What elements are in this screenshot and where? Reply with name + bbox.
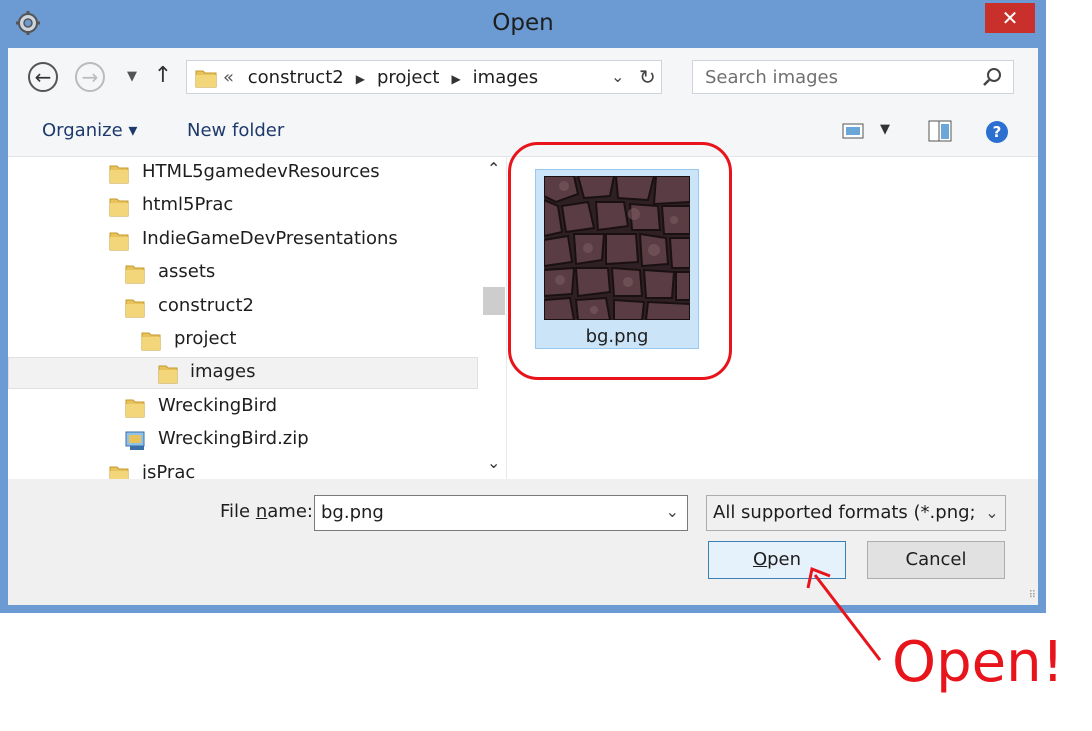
chevron-right-icon[interactable]: ▶ [451, 72, 460, 86]
search-icon [983, 68, 1001, 86]
tree-item-label: jsPrac [142, 462, 196, 479]
tree-item[interactable]: HTML5gamedevResources [8, 158, 478, 190]
close-button[interactable]: ✕ [985, 3, 1035, 33]
navigation-scrollbar[interactable]: ⌃ ⌄ [482, 157, 506, 479]
tree-item[interactable]: project [8, 325, 478, 357]
address-bar[interactable]: « construct2 ▶ project ▶ images ⌄ ↻ [186, 60, 662, 94]
tree-item[interactable]: WreckingBird [8, 392, 478, 424]
breadcrumb-overflow[interactable]: « [223, 67, 234, 88]
tree-item-label: IndieGameDevPresentations [142, 228, 398, 249]
file-type-select[interactable]: All supported formats (*.png; *. ⌄ [706, 495, 1006, 531]
folder-icon [125, 299, 145, 318]
new-folder-button[interactable]: New folder [187, 120, 284, 141]
folder-icon [109, 198, 129, 217]
recent-locations-chevron-icon[interactable]: ▼ [123, 64, 141, 90]
navigation-pane: HTML5gamedevResources html5Prac IndieGam… [8, 157, 482, 479]
chevron-down-icon[interactable]: ⌄ [979, 496, 1005, 530]
tree-item-label: construct2 [158, 295, 254, 316]
tree-item-label: WreckingBird.zip [158, 428, 309, 449]
tree-item-label: images [190, 361, 256, 382]
address-row: ← → ▼ ↑ « construct2 ▶ project ▶ images ⌄ ↻ … [8, 48, 1038, 106]
folder-icon [141, 332, 161, 351]
open-button[interactable]: Open [708, 541, 846, 579]
folder-icon [158, 365, 178, 384]
zip-file-icon [125, 431, 145, 450]
tree-item[interactable]: WreckingBird.zip [8, 425, 478, 457]
breadcrumb-project[interactable]: project [377, 67, 439, 88]
chevron-down-icon[interactable]: ⌄ [666, 502, 679, 521]
folder-icon [125, 399, 145, 418]
tree-item[interactable]: html5Prac [8, 191, 478, 223]
folder-icon [195, 70, 217, 88]
address-dropdown-icon[interactable]: ⌄ [611, 67, 624, 86]
window-title: Open [492, 10, 554, 36]
file-name-value: bg.png [321, 502, 384, 523]
tree-item-label: html5Prac [142, 194, 234, 215]
title-bar[interactable]: Open ✕ [0, 0, 1046, 48]
tree-item[interactable]: assets [8, 258, 478, 290]
breadcrumb-construct2[interactable]: construct2 [248, 67, 344, 88]
file-name-field[interactable]: bg.png ⌄ [314, 495, 688, 531]
tree-item[interactable]: jsPrac [8, 459, 478, 479]
breadcrumb: « construct2 ▶ project ▶ images [223, 67, 538, 88]
folder-icon [109, 165, 129, 184]
folder-icon [125, 265, 145, 284]
up-arrow-icon[interactable]: ↑ [152, 62, 174, 92]
help-icon[interactable]: ? [986, 121, 1008, 143]
folder-icon [109, 466, 129, 479]
annotation-label: Open! [892, 630, 1065, 695]
cancel-button[interactable]: Cancel [867, 541, 1005, 579]
breadcrumb-images[interactable]: images [473, 67, 538, 88]
file-name-label: File name: [220, 501, 313, 522]
tree-item-selected[interactable]: images [8, 357, 478, 389]
tree-item-label: project [174, 328, 237, 349]
view-dropdown-icon[interactable]: ▼ [880, 122, 890, 137]
back-button[interactable]: ← [28, 62, 58, 92]
organize-button[interactable]: Organize ▾ [42, 120, 137, 141]
folder-icon [109, 232, 129, 251]
preview-pane-icon[interactable] [928, 120, 952, 142]
resize-grip-icon[interactable]: ⠿ [1029, 590, 1036, 601]
tree-item-label: WreckingBird [158, 395, 278, 416]
refresh-icon[interactable]: ↻ [639, 65, 656, 89]
file-name-panel: File name: bg.png ⌄ All supported format… [8, 479, 1038, 605]
forward-button[interactable]: → [75, 62, 105, 92]
highlight-circle [508, 142, 732, 380]
chevron-right-icon[interactable]: ▶ [356, 72, 365, 86]
search-placeholder: Search images [705, 67, 839, 88]
scroll-up-icon[interactable]: ⌃ [487, 159, 500, 178]
scrollbar-thumb[interactable] [483, 287, 505, 315]
tree-item-label: assets [158, 261, 216, 282]
tree-item-label: HTML5gamedevResources [142, 161, 380, 182]
tree-item[interactable]: construct2 [8, 292, 478, 324]
change-view-icon[interactable] [842, 122, 864, 140]
tree-item[interactable]: IndieGameDevPresentations [8, 225, 478, 257]
file-type-value: All supported formats (*.png; *. [713, 502, 997, 523]
search-input[interactable]: Search images [692, 60, 1014, 94]
scroll-down-icon[interactable]: ⌄ [487, 453, 500, 472]
